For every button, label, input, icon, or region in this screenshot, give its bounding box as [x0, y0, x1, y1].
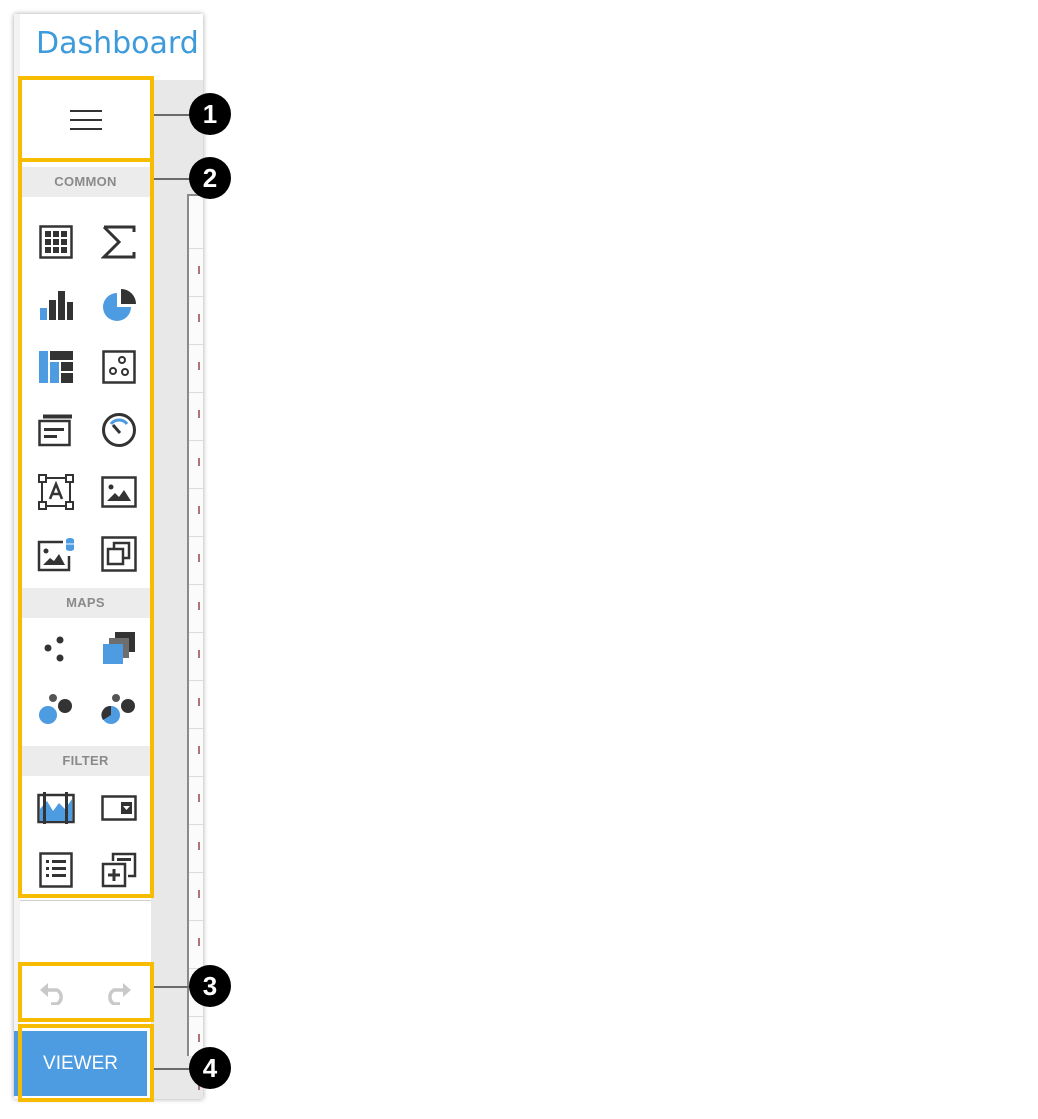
geo-point-map-icon: [41, 634, 71, 664]
surface-marker: [198, 458, 200, 466]
surface-grid-line: [189, 776, 203, 777]
viewer-button[interactable]: VIEWER: [14, 1031, 147, 1096]
card-tool[interactable]: [97, 220, 141, 264]
undo-button[interactable]: [38, 981, 68, 1010]
sigma-card-icon: [101, 224, 137, 260]
bar-chart-icon: [38, 289, 74, 321]
surface-grid-line: [189, 728, 203, 729]
group-tool[interactable]: [97, 532, 141, 576]
gauge-tool[interactable]: [97, 408, 141, 452]
section-header-maps: MAPS: [20, 588, 151, 618]
pie-chart-icon: [101, 287, 137, 323]
cards-icon: [38, 413, 74, 447]
cards-tool[interactable]: [34, 408, 78, 452]
undo-icon: [38, 982, 68, 1009]
surface-grid-line: [189, 536, 203, 537]
combo-box-icon: [101, 795, 137, 821]
hamburger-menu-button[interactable]: [20, 80, 151, 164]
surface-marker: [198, 554, 200, 562]
surface-marker: [198, 890, 200, 898]
scatter-tool[interactable]: [97, 345, 141, 389]
surface-marker: [198, 650, 200, 658]
surface-marker: [198, 746, 200, 754]
surface-marker: [198, 266, 200, 274]
surface-marker: [198, 1034, 200, 1042]
surface-grid-line: [189, 440, 203, 441]
image-icon: [101, 476, 137, 508]
callout-badge-1: 1: [189, 93, 231, 135]
grid-tool[interactable]: [34, 220, 78, 264]
surface-marker: [198, 506, 200, 514]
group-icon: [101, 536, 137, 572]
bound-image-icon: [37, 536, 75, 572]
page-title: Dashboard: [20, 14, 203, 80]
surface-marker: [198, 314, 200, 322]
dashboard-canvas[interactable]: [151, 80, 203, 1099]
surface-grid-line: [189, 632, 203, 633]
bubble-map-tool[interactable]: [34, 688, 78, 732]
gauge-icon: [101, 412, 137, 448]
dashboard-surface: [187, 194, 203, 1090]
surface-grid-line: [189, 488, 203, 489]
surface-marker: [198, 602, 200, 610]
treemap-icon: [38, 350, 74, 384]
surface-grid-line: [189, 248, 203, 249]
surface-grid-line: [189, 824, 203, 825]
chart-tool[interactable]: [34, 283, 78, 327]
tree-view-tool[interactable]: [97, 848, 141, 892]
hamburger-menu-icon: [69, 108, 103, 137]
toolbox-panel: COMMON MAPS FILTER: [20, 80, 151, 1099]
redo-icon: [103, 982, 133, 1009]
dashboard-designer-window: Dashboard COMMON MAPS FILTER: [14, 14, 203, 1099]
range-filter-icon: [37, 791, 75, 825]
surface-marker: [198, 842, 200, 850]
list-box-icon: [39, 852, 73, 888]
callout-line-1: [154, 114, 194, 116]
surface-grid-line: [189, 584, 203, 585]
callout-badge-2: 2: [189, 157, 231, 199]
surface-marker: [198, 410, 200, 418]
treemap-tool[interactable]: [34, 345, 78, 389]
surface-grid-line: [189, 680, 203, 681]
list-box-tool[interactable]: [34, 848, 78, 892]
choropleth-map-tool[interactable]: [97, 627, 141, 671]
pie-map-icon: [101, 693, 137, 727]
tree-view-icon: [101, 852, 137, 888]
redo-button[interactable]: [103, 981, 133, 1010]
surface-marker: [198, 362, 200, 370]
text-box-tool[interactable]: [34, 470, 78, 514]
pie-map-tool[interactable]: [97, 688, 141, 732]
callout-line-4: [154, 1068, 194, 1070]
callout-badge-3: 3: [189, 965, 231, 1007]
bubble-map-icon: [38, 693, 74, 727]
geo-point-map-tool[interactable]: [34, 627, 78, 671]
callout-line-2: [154, 178, 194, 180]
surface-marker: [198, 938, 200, 946]
bound-image-tool[interactable]: [34, 532, 78, 576]
section-header-common: COMMON: [20, 167, 151, 197]
image-tool[interactable]: [97, 470, 141, 514]
surface-grid-line: [189, 344, 203, 345]
surface-grid-line: [189, 296, 203, 297]
section-header-filter: FILTER: [20, 746, 151, 776]
surface-grid-line: [189, 872, 203, 873]
choropleth-map-icon: [101, 631, 137, 667]
surface-marker: [198, 698, 200, 706]
surface-grid-line: [189, 1016, 203, 1017]
text-box-icon: [38, 474, 74, 510]
undo-redo-group: [20, 965, 151, 1025]
surface-marker: [198, 794, 200, 802]
grid-icon: [39, 225, 73, 259]
callout-badge-4: 4: [189, 1047, 231, 1089]
pie-tool[interactable]: [97, 283, 141, 327]
callout-line-3: [154, 986, 194, 988]
range-filter-tool[interactable]: [34, 786, 78, 830]
surface-grid-line: [189, 920, 203, 921]
surface-grid-line: [189, 392, 203, 393]
combo-box-tool[interactable]: [97, 786, 141, 830]
toolbox-divider: [20, 900, 151, 901]
scatter-chart-icon: [102, 350, 136, 384]
